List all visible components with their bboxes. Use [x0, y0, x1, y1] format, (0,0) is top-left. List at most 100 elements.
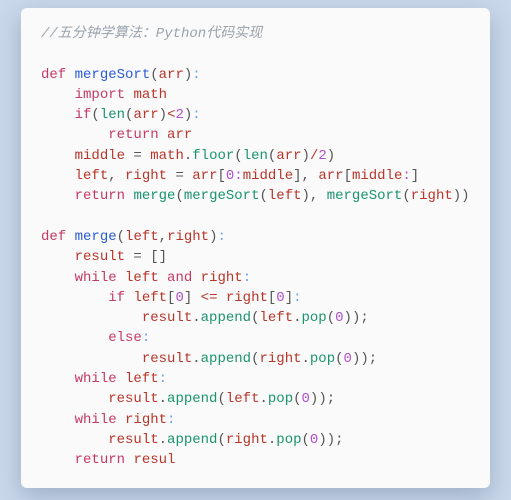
punct: ,: [159, 229, 167, 245]
var-result: result: [108, 391, 158, 407]
var-left: left: [125, 229, 159, 245]
var-arr: arr: [192, 168, 217, 184]
kw-while: while: [75, 371, 117, 387]
punct: =: [125, 249, 150, 265]
var-result: result: [142, 310, 192, 326]
num-0: 0: [302, 391, 310, 407]
punct: (: [150, 67, 158, 83]
slice-colon: :: [234, 168, 242, 184]
punct: ): [302, 148, 310, 164]
var-left: left: [75, 168, 109, 184]
punct: ): [344, 310, 352, 326]
fn-append: append: [167, 391, 217, 407]
punct: :: [159, 371, 167, 387]
kw-def: def: [41, 67, 66, 83]
fn-floor: floor: [192, 148, 234, 164]
mod-math: math: [150, 148, 184, 164]
kw-def: def: [41, 229, 66, 245]
kw-return: return: [108, 127, 158, 143]
fn-mergeSort: mergeSort: [327, 188, 403, 204]
var-resul: resul: [133, 452, 175, 468]
punct: ): [302, 188, 310, 204]
kw-import: import: [75, 87, 125, 103]
fn-pop: pop: [276, 432, 301, 448]
fn-pop: pop: [310, 351, 335, 367]
comment-line: //五分钟学算法：Python代码实现: [41, 26, 262, 42]
var-middle: middle: [243, 168, 293, 184]
punct: (: [234, 148, 242, 164]
var-left: left: [259, 310, 293, 326]
punct: :: [217, 229, 225, 245]
punct: (: [117, 229, 125, 245]
punct: ): [318, 432, 326, 448]
kw-while: while: [75, 412, 117, 428]
punct: (: [259, 188, 267, 204]
var-left: left: [268, 188, 302, 204]
fn-pop: pop: [268, 391, 293, 407]
op-lte: <=: [192, 290, 226, 306]
punct: (: [217, 391, 225, 407]
fn-mergeSort: mergeSort: [184, 188, 260, 204]
punct: (: [327, 310, 335, 326]
fn-pop: pop: [302, 310, 327, 326]
num-0: 0: [175, 290, 183, 306]
punct: (: [335, 351, 343, 367]
punct: ): [327, 432, 335, 448]
punct: (: [293, 391, 301, 407]
kw-and: and: [167, 270, 192, 286]
punct: .: [192, 351, 200, 367]
punct: ;: [335, 432, 343, 448]
punct: ]: [293, 168, 301, 184]
empty-list: []: [150, 249, 167, 265]
punct: .: [159, 432, 167, 448]
punct: ]: [411, 168, 419, 184]
punct: ,: [302, 168, 319, 184]
punct: [: [344, 168, 352, 184]
var-right: right: [226, 290, 268, 306]
punct: ;: [327, 391, 335, 407]
punct: .: [184, 148, 192, 164]
punct: =: [167, 168, 192, 184]
num-2: 2: [318, 148, 326, 164]
punct: =: [125, 148, 150, 164]
fn-append: append: [201, 310, 251, 326]
punct: ;: [360, 310, 368, 326]
var-arr: arr: [276, 148, 301, 164]
punct: ): [360, 351, 368, 367]
punct: ): [453, 188, 461, 204]
punct: ): [318, 391, 326, 407]
punct: ,: [108, 168, 125, 184]
punct: ,: [310, 188, 327, 204]
var-result: result: [142, 351, 192, 367]
punct: .: [293, 310, 301, 326]
num-2: 2: [175, 107, 183, 123]
var-arr: arr: [159, 67, 184, 83]
punct: :: [192, 107, 200, 123]
punct: :: [243, 270, 251, 286]
punct: .: [302, 351, 310, 367]
punct: :: [142, 330, 150, 346]
fn-append: append: [167, 432, 217, 448]
kw-if: if: [75, 107, 92, 123]
kw-while: while: [75, 270, 117, 286]
var-result: result: [108, 432, 158, 448]
punct: :: [192, 67, 200, 83]
punct: ): [327, 148, 335, 164]
punct: (: [175, 188, 183, 204]
punct: (: [302, 432, 310, 448]
punct: (: [91, 107, 99, 123]
var-right: right: [411, 188, 453, 204]
var-right: right: [226, 432, 268, 448]
mod-math: math: [133, 87, 167, 103]
kw-return: return: [75, 188, 125, 204]
var-right: right: [125, 412, 167, 428]
num-0: 0: [344, 351, 352, 367]
punct: ;: [369, 351, 377, 367]
slice-colon: :: [402, 168, 410, 184]
var-right: right: [259, 351, 301, 367]
punct: [: [217, 168, 225, 184]
var-right: right: [125, 168, 167, 184]
punct: .: [192, 310, 200, 326]
kw-return: return: [75, 452, 125, 468]
fn-merge: merge: [133, 188, 175, 204]
